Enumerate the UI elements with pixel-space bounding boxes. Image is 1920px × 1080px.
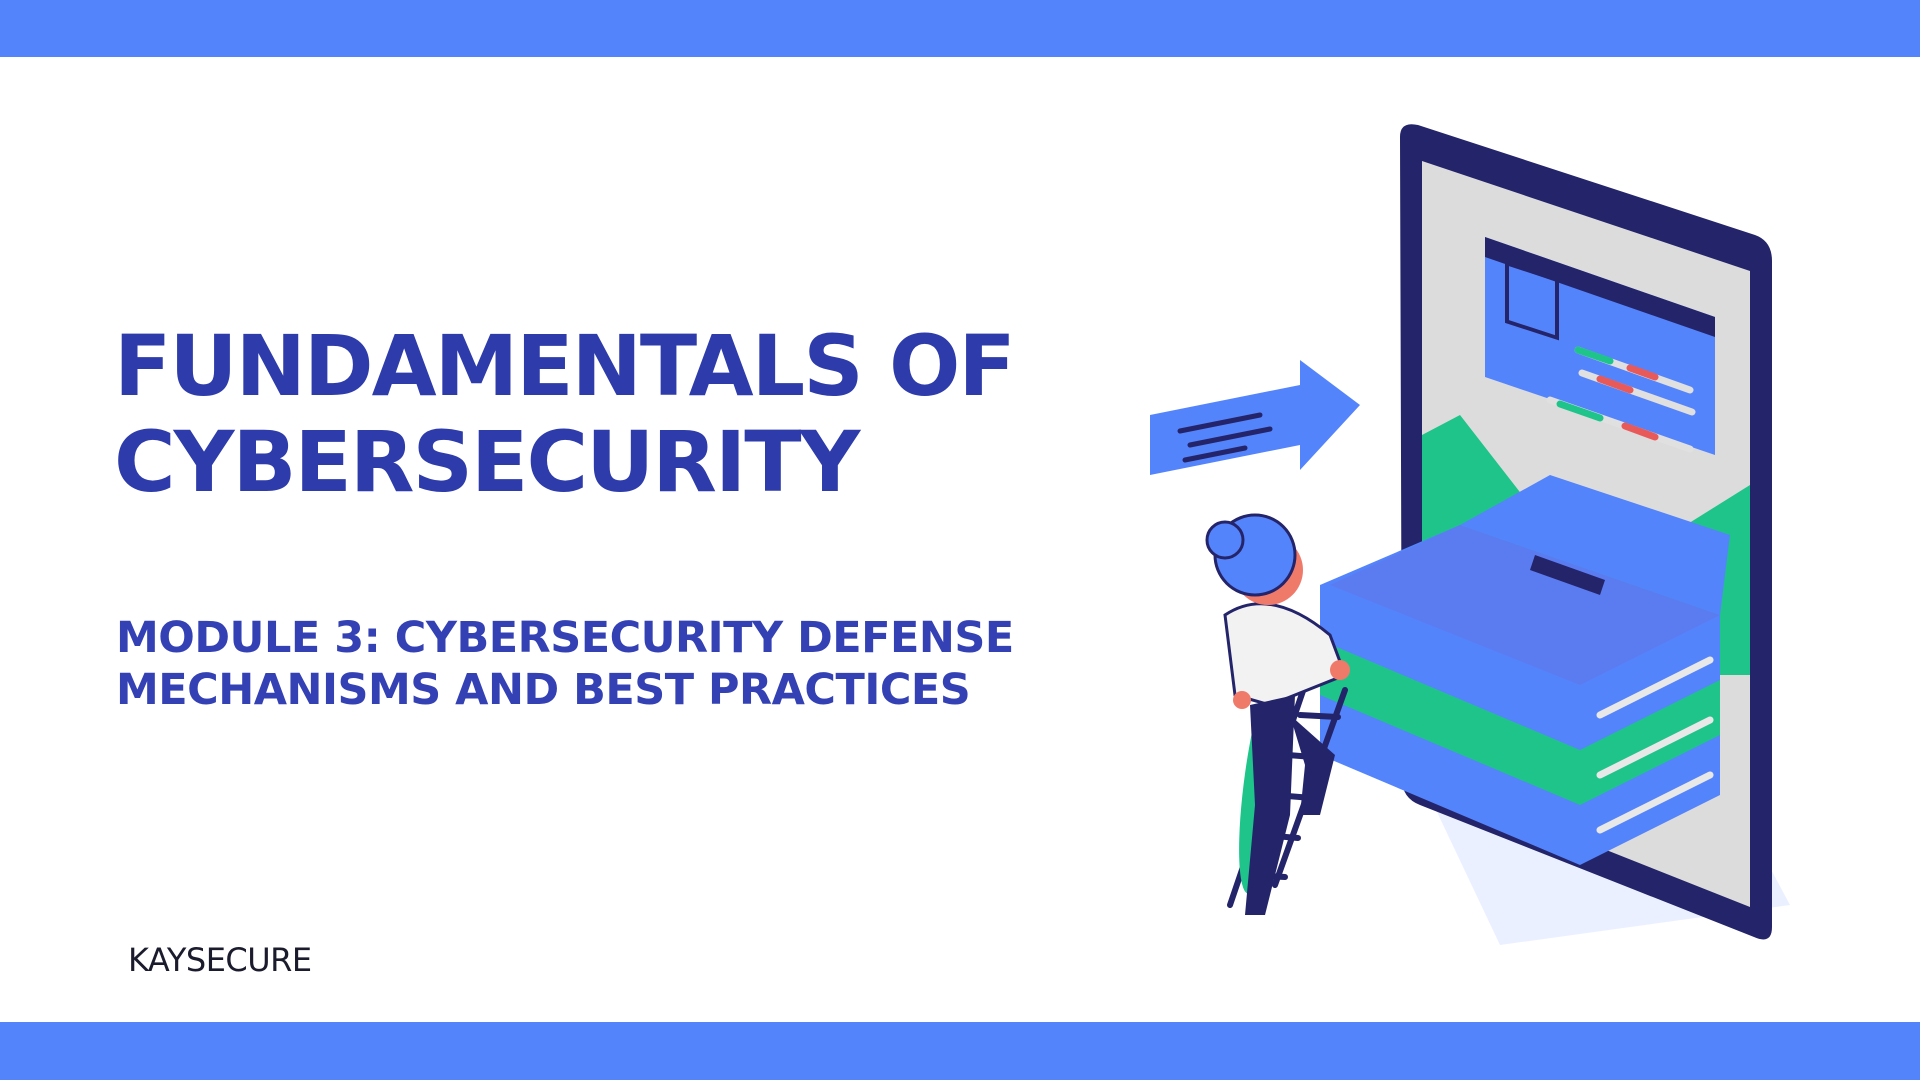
title-line-1: FUNDAMENTALS OF	[114, 317, 1016, 415]
title-line-2: CYBERSECURITY	[114, 413, 860, 511]
cybersecurity-illustration-icon	[1150, 124, 1790, 945]
brand-name: KAYSECURE	[128, 941, 312, 979]
slide-subtitle: MODULE 3: CYBERSECURITY DEFENSE MECHANIS…	[116, 612, 1036, 716]
slide-title: FUNDAMENTALS OF CYBERSECURITY	[114, 317, 1016, 511]
bottom-accent-bar	[0, 1022, 1920, 1080]
subtitle-line-1: MODULE 3: CYBERSECURITY DEFENSE	[116, 613, 1014, 663]
books-icon	[1320, 475, 1730, 865]
arrow-icon	[1150, 360, 1360, 475]
top-accent-bar	[0, 0, 1920, 57]
subtitle-line-2: MECHANISMS AND BEST PRACTICES	[116, 665, 971, 715]
